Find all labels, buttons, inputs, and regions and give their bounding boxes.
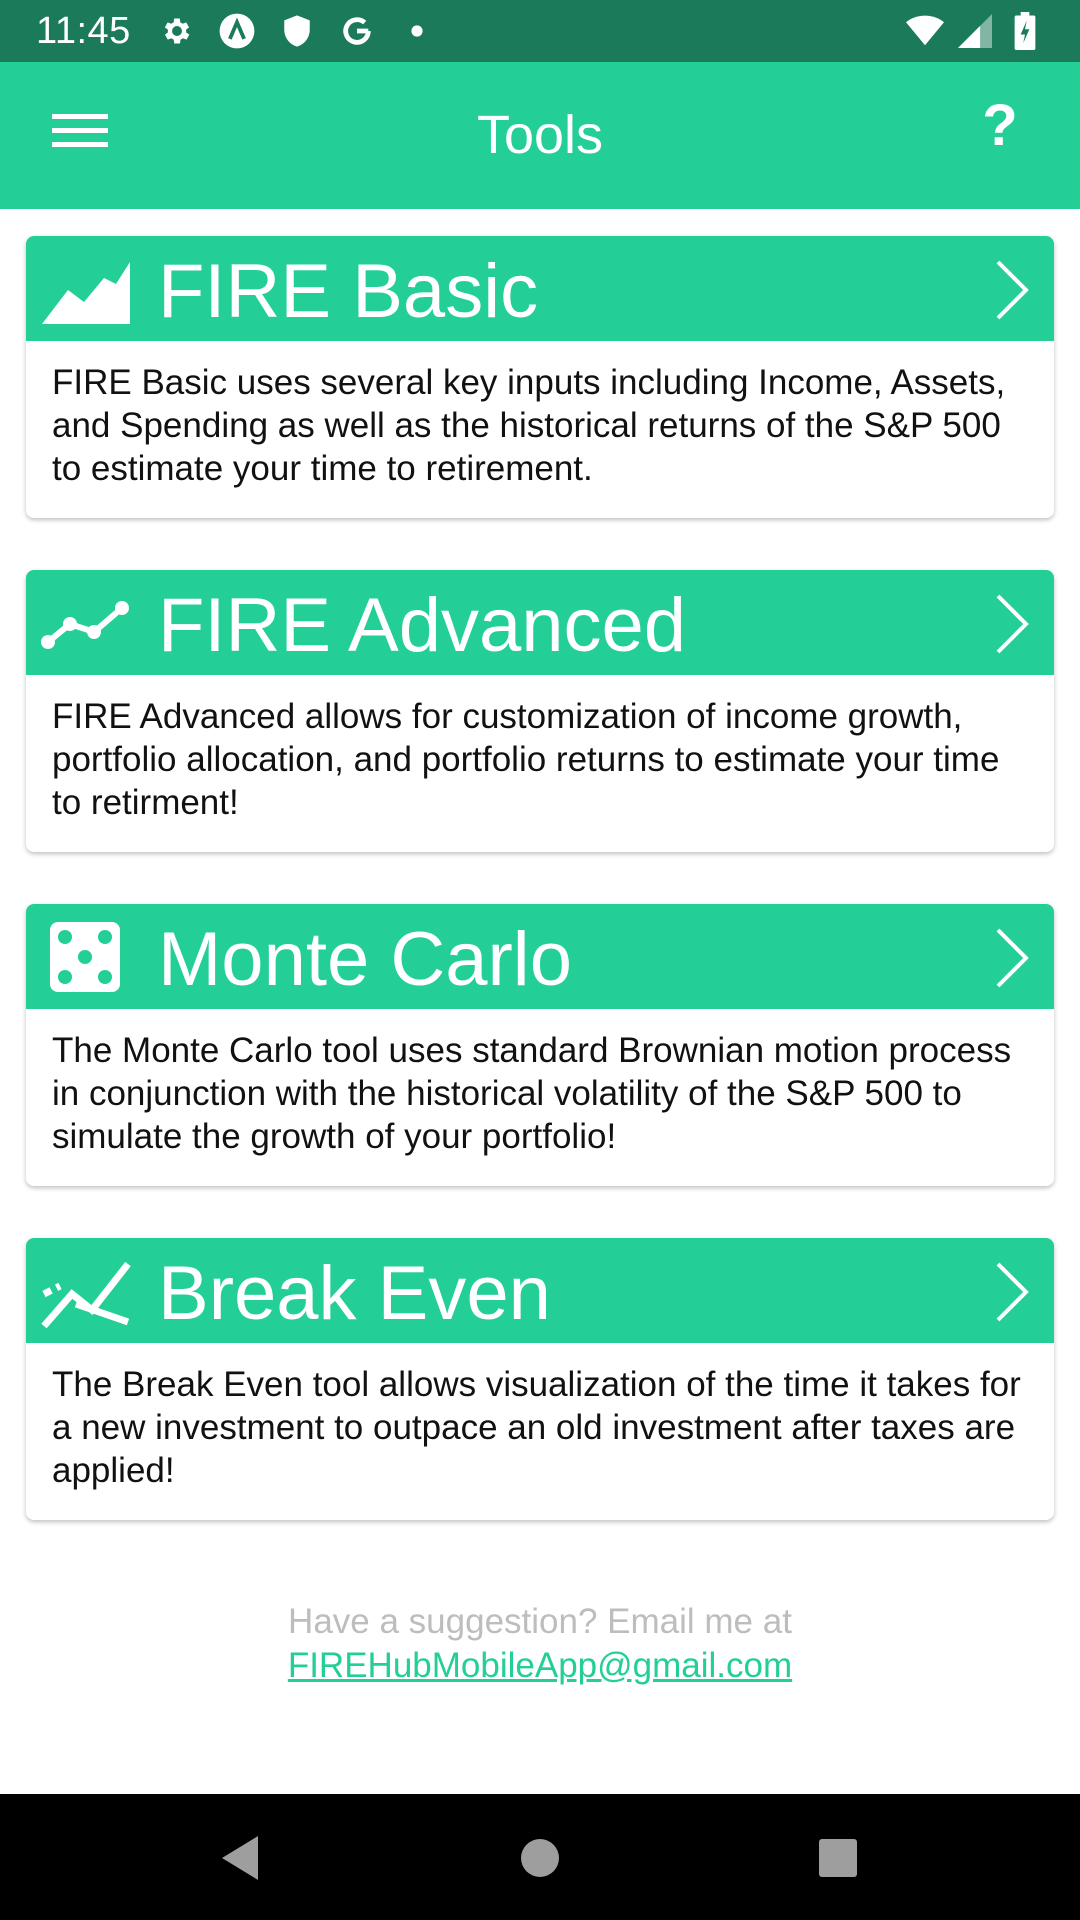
crossing-lines-icon <box>41 1261 131 1329</box>
area-chart-icon <box>42 262 130 324</box>
card-description: FIRE Basic uses several key inputs inclu… <box>52 363 1006 488</box>
card-description: FIRE Advanced allows for customization o… <box>52 697 1000 822</box>
page-title: Tools <box>476 105 604 165</box>
card-title: FIRE Basic <box>158 249 539 334</box>
chevron-right-icon <box>996 594 1029 654</box>
tool-card-monte-carlo[interactable]: Monte Carlo The Monte Carlo tool uses st… <box>26 904 1054 1186</box>
system-nav-bar <box>0 1794 1080 1920</box>
card-header[interactable]: FIRE Advanced <box>26 570 1054 675</box>
card-header[interactable]: Monte Carlo <box>26 904 1054 1009</box>
signal-icon <box>956 12 994 50</box>
card-description: The Monte Carlo tool uses standard Brown… <box>52 1031 1012 1156</box>
card-title: Break Even <box>158 1251 551 1336</box>
a-circle-icon <box>218 12 256 50</box>
battery-icon <box>1006 12 1044 50</box>
status-bar: 11:45 <box>0 0 1080 62</box>
chevron-right-icon <box>996 928 1029 988</box>
app-bar: Tools ? <box>0 62 1080 209</box>
shield-icon <box>278 12 316 50</box>
recents-icon[interactable] <box>810 1830 866 1886</box>
hamburger-menu-icon <box>52 114 108 147</box>
dice-icon <box>50 922 120 992</box>
wifi-icon <box>906 12 944 50</box>
footer: Have a suggestion? Email me at FIREHubMo… <box>0 1600 1080 1688</box>
help-button[interactable]: ? <box>970 92 1030 159</box>
settings-icon <box>158 12 196 50</box>
google-icon <box>338 12 376 50</box>
status-time: 11:45 <box>36 10 131 52</box>
back-icon[interactable] <box>214 1830 270 1886</box>
card-header[interactable]: FIRE Basic <box>26 236 1054 341</box>
dot-icon <box>398 12 436 50</box>
chevron-right-icon <box>996 1262 1029 1322</box>
card-description: The Break Even tool allows visualization… <box>52 1365 1021 1490</box>
tool-card-fire-basic[interactable]: FIRE Basic FIRE Basic uses several key i… <box>26 236 1054 518</box>
menu-button[interactable] <box>48 106 128 166</box>
tool-card-fire-advanced[interactable]: FIRE Advanced FIRE Advanced allows for c… <box>26 570 1054 852</box>
status-icons-left <box>158 12 436 50</box>
suggestion-text: Have a suggestion? Email me at <box>288 1602 792 1641</box>
line-chart-icon <box>41 601 129 649</box>
card-title: FIRE Advanced <box>158 583 687 668</box>
card-title: Monte Carlo <box>158 917 572 1002</box>
card-header[interactable]: Break Even <box>26 1238 1054 1343</box>
tool-card-break-even[interactable]: Break Even The Break Even tool allows vi… <box>26 1238 1054 1520</box>
home-icon[interactable] <box>512 1830 568 1886</box>
email-link[interactable]: FIREHubMobileApp@gmail.com <box>288 1646 792 1685</box>
status-icons-right <box>906 12 1044 50</box>
chevron-right-icon <box>996 260 1029 320</box>
